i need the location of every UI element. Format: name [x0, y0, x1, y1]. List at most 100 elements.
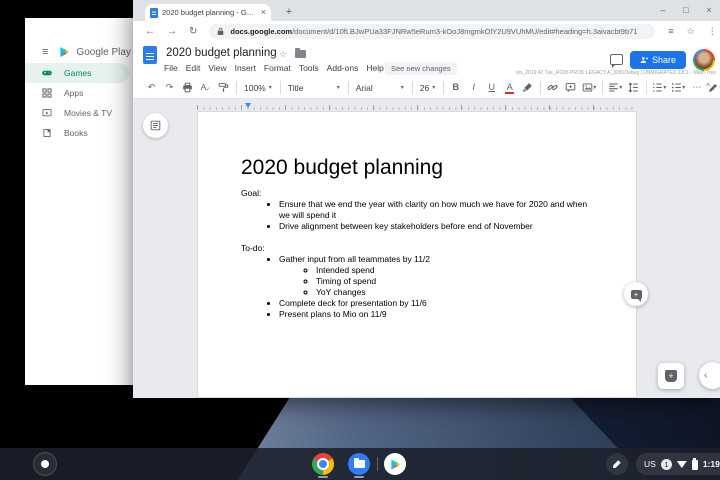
status-tray[interactable]: US 1 1:19 [636, 453, 720, 475]
sidebar-item-apps[interactable]: Apps [25, 83, 133, 103]
chevron-left-icon: ‹ [704, 370, 707, 381]
line-spacing-icon[interactable] [627, 80, 640, 96]
document-title[interactable]: 2020 budget planning [166, 47, 277, 59]
document-outline-button[interactable] [143, 113, 168, 138]
todo-bullet[interactable]: Gather input from all teammates by 11/2 … [279, 254, 590, 298]
menu-edit[interactable]: Edit [186, 63, 201, 73]
side-panel-toggle[interactable]: ‹ [699, 362, 720, 389]
highlight-icon[interactable] [521, 80, 534, 96]
redo-icon[interactable]: ↷ [163, 80, 176, 96]
sidebar-item-movies-tv[interactable]: Movies & TV [25, 103, 133, 123]
reload-icon[interactable]: ↻ [189, 27, 197, 37]
chevron-down-icon: ▾ [432, 84, 435, 91]
share-button[interactable]: Share [630, 51, 686, 69]
share-person-icon [640, 56, 648, 64]
tab-close-icon[interactable]: × [261, 8, 266, 17]
doc-heading[interactable]: 2020 budget planning [241, 154, 590, 182]
bookmark-star-icon[interactable]: ☆ [687, 27, 695, 36]
todo-bullet[interactable]: Present plans to Mio on 11/9 [279, 309, 590, 320]
font-size-select[interactable]: 26▾ [418, 80, 437, 96]
lock-icon [217, 27, 224, 36]
close-button[interactable]: × [704, 6, 714, 15]
running-indicator [354, 476, 364, 478]
sidebar-item-books[interactable]: Books [25, 123, 133, 143]
editing-mode-icon[interactable]: ▾ [708, 80, 720, 96]
stylus-tools-button[interactable] [606, 453, 628, 475]
spellcheck-icon[interactable]: A✓ [199, 80, 212, 96]
todo-label[interactable]: To-do: [241, 243, 590, 254]
add-comment-fab[interactable] [624, 282, 648, 306]
wifi-icon [677, 460, 687, 468]
hamburger-menu-icon[interactable]: ≡ [42, 47, 48, 58]
chrome-shelf-icon[interactable] [312, 453, 334, 475]
menu-file[interactable]: File [164, 63, 178, 73]
zoom-select[interactable]: 100%▾ [242, 80, 274, 96]
todo-bullet[interactable]: Complete deck for presentation by 11/6 [279, 298, 590, 309]
numbered-list-icon[interactable]: ▾ [652, 80, 666, 96]
menu-help[interactable]: Help [366, 63, 383, 73]
new-tab-button[interactable]: + [281, 4, 297, 20]
url-host: docs.google.com [230, 27, 292, 36]
explore-button[interactable] [658, 363, 684, 389]
paint-format-icon[interactable] [217, 80, 230, 96]
document-page[interactable]: 2020 budget planning Goal: Ensure that w… [197, 111, 637, 398]
see-new-changes-button[interactable]: See new changes [385, 62, 457, 75]
address-bar[interactable]: docs.google.com/document/d/10fLBJwPUa33F… [209, 24, 655, 39]
menu-view[interactable]: View [208, 63, 226, 73]
account-avatar[interactable] [693, 49, 715, 71]
font-select[interactable]: Arial▾ [354, 80, 406, 96]
sidebar-item-label: Movies & TV [64, 108, 112, 118]
goal-label[interactable]: Goal: [241, 188, 590, 199]
docs-favicon-icon [150, 8, 158, 18]
paragraph-style-select[interactable]: Title▾ [286, 80, 342, 96]
align-icon[interactable]: ▾ [608, 80, 622, 96]
indent-marker-icon[interactable] [245, 103, 252, 110]
google-play-sidebar: Games Apps Movies & TV [25, 63, 133, 143]
insert-link-icon[interactable] [546, 80, 559, 96]
add-comment-icon[interactable] [564, 80, 577, 96]
todo-sub-bullet[interactable]: YoY changes [316, 287, 590, 298]
italic-icon[interactable]: I [467, 80, 480, 96]
menu-tools[interactable]: Tools [299, 63, 319, 73]
star-document-icon[interactable]: ☆ [279, 49, 287, 60]
toolbar-separator [348, 81, 349, 94]
browser-menu-kebab-icon[interactable]: ⋮ [708, 27, 717, 36]
bold-icon[interactable]: B [449, 80, 462, 96]
sidebar-item-label: Apps [64, 88, 83, 98]
insert-image-icon[interactable]: ▾ [582, 80, 596, 96]
sidebar-item-games[interactable]: Games [25, 63, 129, 83]
files-shelf-icon[interactable] [348, 453, 370, 475]
goal-bullet[interactable]: Ensure that we end the year with clarity… [279, 199, 590, 221]
bulleted-list-icon[interactable]: ▾ [671, 80, 685, 96]
forward-icon[interactable]: → [167, 27, 177, 37]
print-icon[interactable] [181, 80, 194, 96]
more-options-icon[interactable]: ⋯ [690, 80, 703, 96]
todo-sub-bullet[interactable]: Timing of spend [316, 276, 590, 287]
ruler[interactable] [197, 103, 637, 110]
underline-icon[interactable]: U [485, 80, 498, 96]
back-icon[interactable]: ← [145, 27, 155, 37]
menu-insert[interactable]: Insert [235, 63, 256, 73]
browser-tab[interactable]: 2020 budget planning - Google D × [145, 4, 271, 21]
todo-sub-bullet[interactable]: Intended spend [316, 265, 590, 276]
goal-bullet[interactable]: Drive alignment between key stakeholders… [279, 221, 590, 232]
chevron-down-icon: ▾ [401, 84, 404, 91]
undo-icon[interactable]: ↶ [145, 80, 158, 96]
todo-list: Gather input from all teammates by 11/2 … [241, 254, 590, 320]
menu-addons[interactable]: Add-ons [327, 63, 359, 73]
maximize-button[interactable]: □ [681, 6, 691, 15]
play-store-shelf-icon[interactable] [384, 453, 406, 475]
open-comments-icon[interactable] [610, 54, 623, 65]
text-color-icon[interactable]: A [503, 80, 516, 96]
clock-label: 1:19 [703, 459, 720, 469]
google-play-window[interactable]: ≡ Google Play Games [25, 18, 133, 385]
collapse-toolbar-icon[interactable]: ^ [706, 82, 710, 91]
minimize-button[interactable]: – [658, 6, 668, 15]
chromeos-desktop: ≡ Google Play Games [0, 0, 720, 480]
launcher-button[interactable] [33, 452, 57, 476]
reading-list-icon[interactable]: ≡ [668, 27, 673, 36]
docs-app-icon[interactable] [143, 46, 157, 64]
move-folder-icon[interactable] [295, 50, 306, 58]
browser-toolbar: ← → ↻ docs.google.com/document/d/10fLBJw… [133, 21, 720, 42]
menu-format[interactable]: Format [264, 63, 291, 73]
